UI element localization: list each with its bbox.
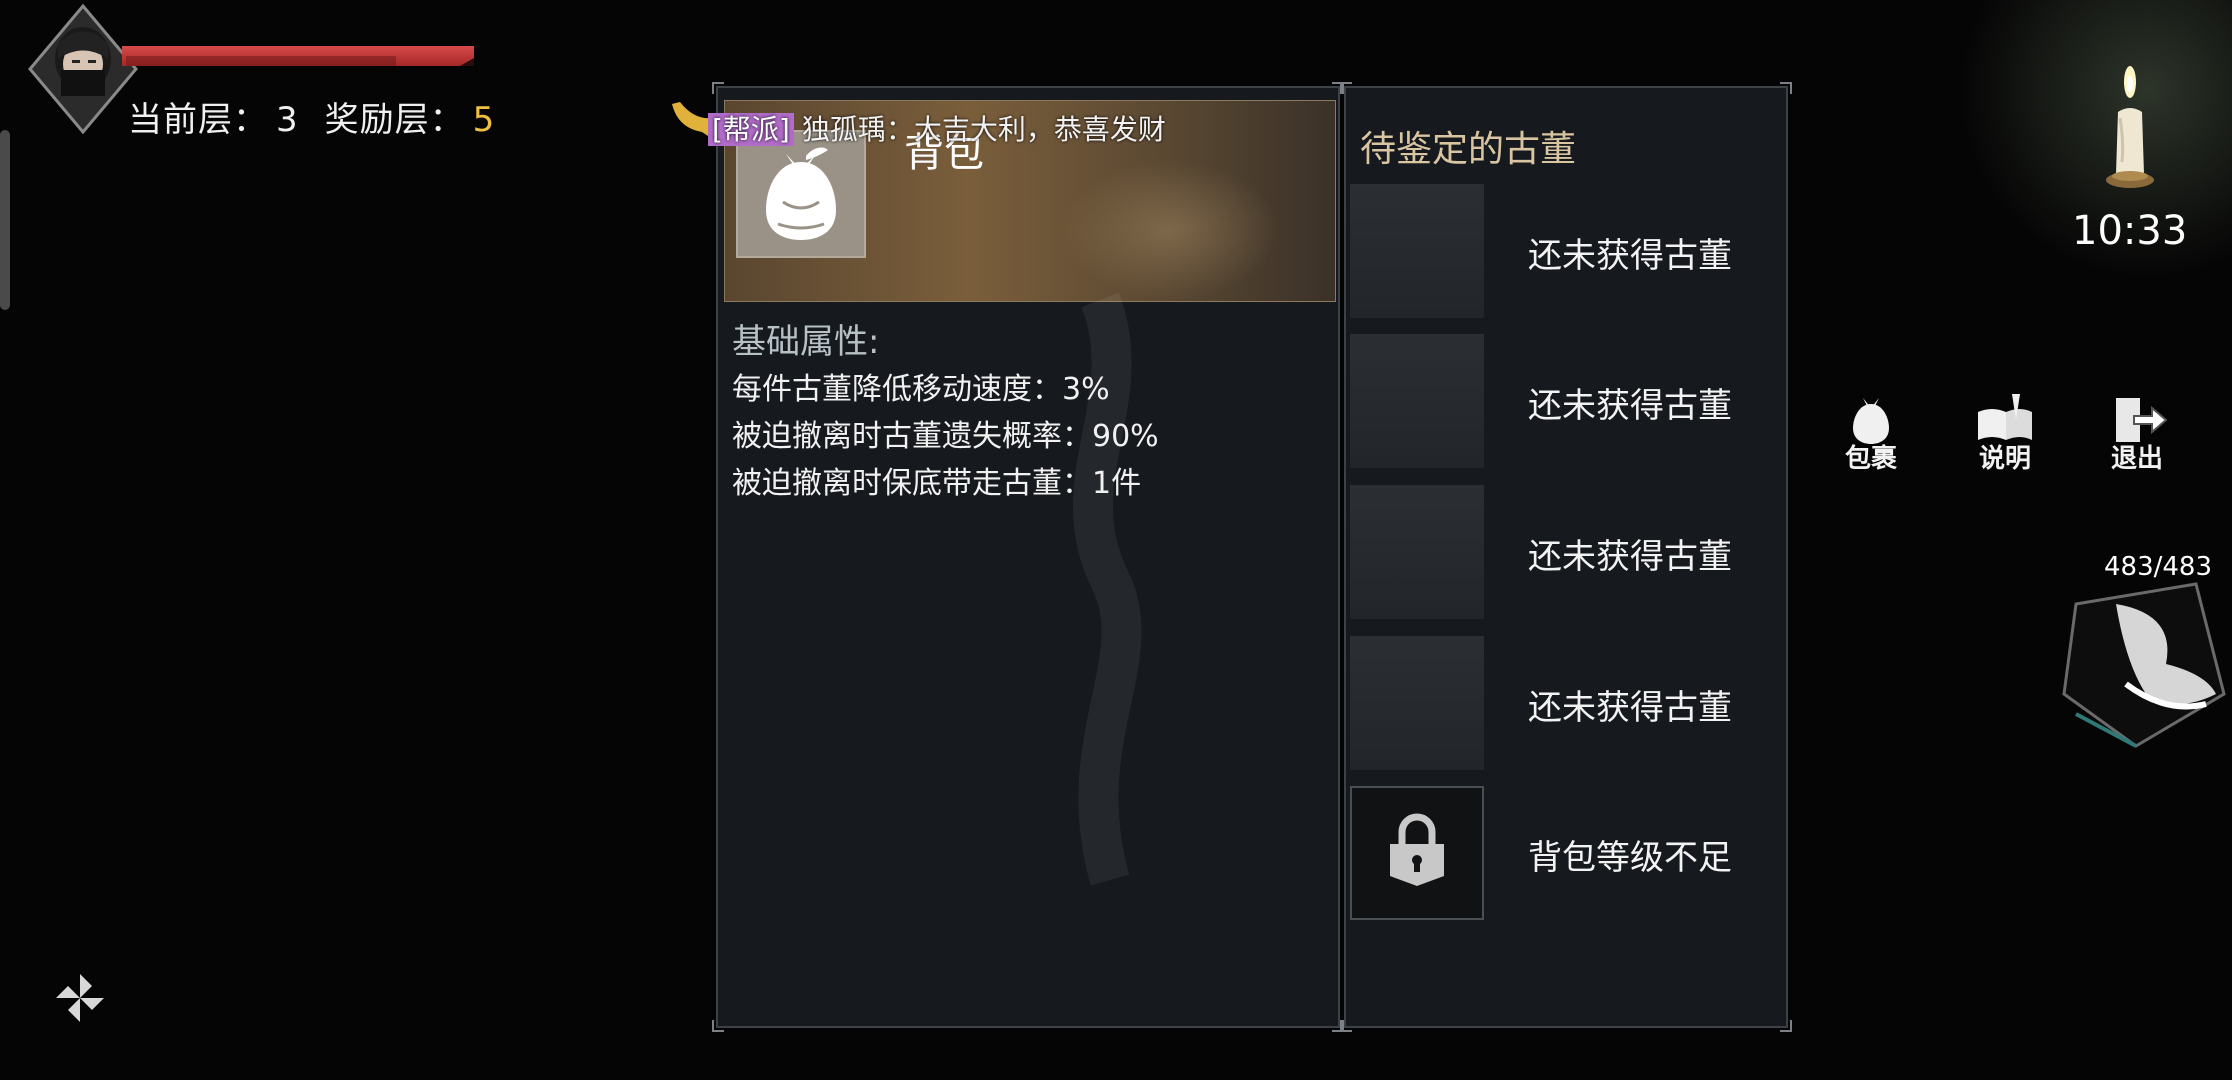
skill-icon[interactable]: [2056, 574, 2226, 754]
floor-info: 当前层： 3 奖励层： 5: [128, 92, 495, 141]
help-button-label: 说明: [1978, 444, 2031, 474]
reward-floor-label: 奖励层：: [324, 100, 465, 140]
antique-slot[interactable]: [1350, 184, 1484, 318]
clock: 10:33: [2072, 208, 2188, 254]
pinwheel-icon[interactable]: [52, 970, 108, 1026]
bag-icon: [736, 130, 866, 258]
hp-bar-shade: [126, 56, 396, 66]
current-floor-value: 3: [276, 100, 299, 140]
exit-button-label: 退出: [2110, 444, 2163, 474]
bag-button[interactable]: 包裹: [1826, 390, 1916, 480]
antique-slot[interactable]: [1350, 636, 1484, 770]
ninja-avatar-icon[interactable]: [28, 3, 138, 135]
left-edge-handle[interactable]: [0, 130, 10, 310]
attributes-heading: 基础属性:: [732, 322, 880, 362]
attribute-line: 被迫撤离时保底带走古董：1件: [732, 466, 1142, 501]
current-floor-label: 当前层：: [128, 100, 268, 140]
exit-button[interactable]: 退出: [2092, 390, 2182, 480]
help-button[interactable]: 说明: [1960, 390, 2050, 480]
antique-slot-locked[interactable]: [1350, 786, 1484, 920]
antique-slot-label: 还未获得古董: [1528, 688, 1732, 728]
antique-slot-label: 背包等级不足: [1528, 838, 1732, 878]
candle-glow-decoration: [1950, 0, 2232, 300]
attribute-line: 被迫撤离时古董遗失概率：90%: [732, 419, 1159, 454]
chat-text: 独孤瑀：大吉大利，恭喜发财: [801, 113, 1166, 146]
chat-message[interactable]: [帮派] 独孤瑀：大吉大利，恭喜发财: [708, 108, 1166, 148]
attribute-line: 每件古董降低移动速度：3%: [732, 372, 1110, 407]
antique-slot-label: 还未获得古董: [1528, 537, 1732, 577]
reward-floor-value: 5: [472, 100, 496, 140]
candle-icon: [2100, 62, 2160, 202]
antique-list-heading: 待鉴定的古董: [1360, 129, 1577, 170]
lock-icon: [1390, 813, 1444, 886]
antique-slot[interactable]: [1350, 485, 1484, 619]
antique-slot[interactable]: [1350, 334, 1484, 468]
bag-button-label: 包裹: [1844, 444, 1897, 474]
banner-smoke-decoration: [1060, 160, 1280, 300]
antique-slot-label: 还未获得古董: [1528, 236, 1732, 276]
chat-channel-tag: [帮派]: [708, 113, 794, 146]
antique-slot-label: 还未获得古董: [1528, 386, 1732, 426]
